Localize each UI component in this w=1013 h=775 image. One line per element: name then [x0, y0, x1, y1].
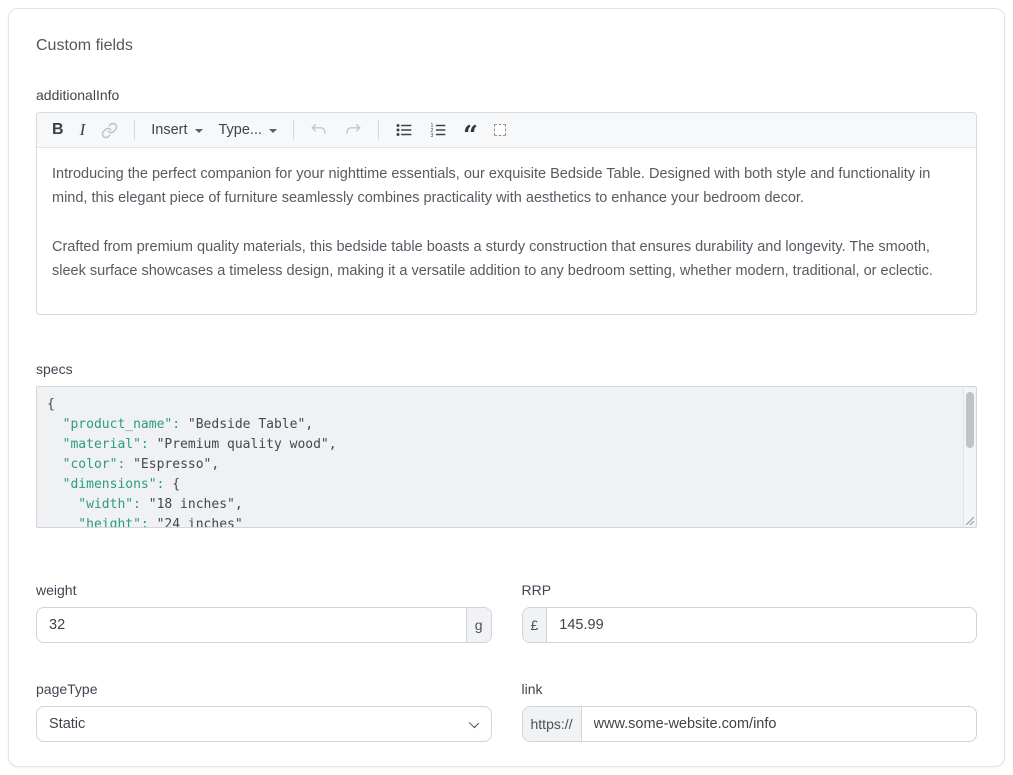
numbered-list-button[interactable]: 1 2 3	[422, 116, 454, 144]
link-input-group: https://	[522, 706, 978, 742]
pagetype-select[interactable]: Static	[36, 706, 492, 742]
rich-text-editor: B I Insert Type...	[36, 112, 977, 315]
resize-grip-icon[interactable]	[964, 515, 974, 525]
link-input[interactable]	[582, 707, 976, 741]
redo-icon	[344, 121, 362, 139]
rrp-field-group: RRP £	[522, 582, 978, 643]
link-protocol-addon: https://	[523, 707, 582, 741]
pagetype-field-group: pageType Static	[36, 681, 492, 742]
link-label: link	[522, 681, 978, 697]
rrp-input-group: £	[522, 607, 978, 643]
blockquote-button[interactable]: “	[456, 116, 485, 144]
editor-paragraph: Introducing the perfect companion for yo…	[52, 162, 961, 210]
numbered-list-icon: 1 2 3	[429, 121, 447, 139]
page-title: Custom fields	[36, 37, 977, 55]
specs-code-line: "height": "24 inches"	[47, 515, 964, 528]
bullet-list-button[interactable]	[388, 116, 420, 144]
chevron-down-icon	[269, 129, 277, 133]
specs-code-line: "material": "Premium quality wood",	[47, 435, 964, 455]
link-field-group: link https://	[522, 681, 978, 742]
undo-icon	[310, 121, 328, 139]
insert-dropdown[interactable]: Insert	[144, 116, 209, 144]
blockquote-icon: “	[463, 119, 478, 141]
italic-button[interactable]: I	[73, 116, 93, 144]
weight-input[interactable]	[37, 608, 466, 642]
toolbar-divider	[134, 120, 135, 140]
editor-content-area[interactable]: Introducing the perfect companion for yo…	[37, 148, 976, 314]
link-button[interactable]	[94, 116, 125, 144]
dashed-square-icon	[494, 124, 506, 136]
link-icon	[101, 122, 118, 139]
bullet-list-icon	[395, 121, 413, 139]
pagetype-label: pageType	[36, 681, 492, 697]
specs-code-content: { "product_name": "Bedside Table", "mate…	[37, 387, 976, 528]
chevron-down-icon	[195, 129, 203, 133]
editor-toolbar: B I Insert Type...	[37, 113, 976, 148]
additionalinfo-label: additionalInfo	[36, 87, 977, 103]
weight-label: weight	[36, 582, 492, 598]
specs-code-line: {	[47, 395, 964, 415]
specs-scrollbar[interactable]	[963, 388, 975, 526]
custom-fields-card: Custom fields additionalInfo B I Insert …	[8, 8, 1005, 767]
weight-input-group: g	[36, 607, 492, 643]
custom-fields-grid: weight g RRP £ pageType Static link	[36, 582, 977, 742]
type-dropdown[interactable]: Type...	[212, 116, 285, 144]
specs-code-line: "product_name": "Bedside Table",	[47, 415, 964, 435]
specs-code-line: "dimensions": {	[47, 475, 964, 495]
rrp-currency-addon: £	[523, 608, 548, 642]
specs-label: specs	[36, 361, 977, 377]
weight-unit-addon: g	[466, 608, 491, 642]
scrollbar-thumb[interactable]	[966, 392, 974, 448]
editor-paragraph: Crafted from premium quality materials, …	[52, 235, 961, 283]
pagetype-select-wrap: Static	[36, 706, 492, 742]
toolbar-divider	[378, 120, 379, 140]
svg-text:3: 3	[431, 133, 434, 139]
undo-button[interactable]	[303, 116, 335, 144]
specs-code-line: "width": "18 inches",	[47, 495, 964, 515]
specs-code-textarea[interactable]: { "product_name": "Bedside Table", "mate…	[36, 386, 977, 528]
rrp-input[interactable]	[547, 608, 976, 642]
weight-field-group: weight g	[36, 582, 492, 643]
bold-button[interactable]: B	[45, 116, 71, 144]
redo-button[interactable]	[337, 116, 369, 144]
code-block-button[interactable]	[487, 116, 513, 144]
rrp-label: RRP	[522, 582, 978, 598]
toolbar-divider	[293, 120, 294, 140]
specs-code-line: "color": "Espresso",	[47, 455, 964, 475]
